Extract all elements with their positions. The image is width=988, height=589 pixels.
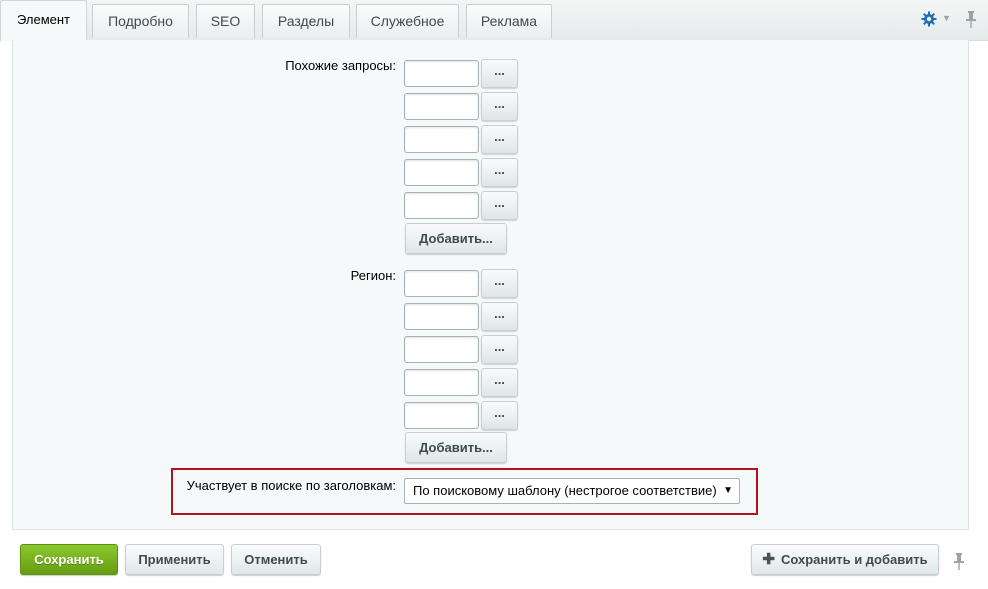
region-add-button[interactable]: Добавить...: [405, 432, 507, 463]
tab-seo[interactable]: SEO: [196, 4, 255, 38]
similar-query-input-4[interactable]: [404, 159, 479, 186]
tab-details[interactable]: Подробно: [92, 4, 189, 38]
similar-query-browse-button-4[interactable]: ...: [481, 158, 518, 187]
tab-service[interactable]: Служебное: [356, 4, 459, 38]
region-browse-button-3[interactable]: ...: [481, 335, 518, 364]
chevron-down-icon[interactable]: ▼: [942, 13, 951, 23]
gear-icon[interactable]: [921, 11, 937, 27]
similar-queries-label: Похожие запросы:: [285, 58, 396, 73]
pin-icon[interactable]: [965, 10, 977, 28]
region-input-4[interactable]: [404, 369, 479, 396]
similar-query-input-3[interactable]: [404, 126, 479, 153]
region-browse-button-5[interactable]: ...: [481, 401, 518, 430]
title-search-selected-value: По поисковому шаблону (нестрогое соответ…: [413, 483, 717, 498]
save-and-add-label: Сохранить и добавить: [780, 552, 928, 567]
region-label: Регион:: [350, 268, 396, 283]
region-input-3[interactable]: [404, 336, 479, 363]
similar-query-input-2[interactable]: [404, 93, 479, 120]
similar-query-browse-button-2[interactable]: ...: [481, 92, 518, 121]
save-button[interactable]: Сохранить: [20, 544, 118, 575]
similar-query-browse-button-3[interactable]: ...: [481, 125, 518, 154]
similar-queries-add-button[interactable]: Добавить...: [405, 223, 507, 254]
region-browse-button-1[interactable]: ...: [481, 269, 518, 298]
title-search-label: Участвует в поиске по заголовкам:: [186, 478, 396, 493]
pin-icon[interactable]: [953, 552, 965, 570]
tab-sections[interactable]: Разделы: [262, 4, 350, 38]
region-input-5[interactable]: [404, 402, 479, 429]
apply-button[interactable]: Применить: [125, 544, 224, 575]
region-browse-button-2[interactable]: ...: [481, 302, 518, 331]
plus-icon: ✚: [762, 551, 775, 568]
region-input-2[interactable]: [404, 303, 479, 330]
dropdown-arrow-icon: ▼: [723, 485, 733, 496]
tab-element[interactable]: Элемент: [0, 0, 87, 41]
tab-advertising[interactable]: Реклама: [466, 4, 552, 38]
cancel-button[interactable]: Отменить: [231, 544, 321, 575]
region-input-1[interactable]: [404, 270, 479, 297]
save-and-add-button[interactable]: ✚ Сохранить и добавить: [751, 544, 939, 575]
title-search-select[interactable]: По поисковому шаблону (нестрогое соответ…: [404, 478, 740, 504]
similar-query-input-5[interactable]: [404, 192, 479, 219]
tab-bar: Элемент Подробно SEO Разделы Служебное Р…: [0, 0, 988, 41]
region-browse-button-4[interactable]: ...: [481, 368, 518, 397]
similar-query-browse-button-5[interactable]: ...: [481, 191, 518, 220]
similar-query-input-1[interactable]: [404, 60, 479, 87]
similar-query-browse-button-1[interactable]: ...: [481, 59, 518, 88]
